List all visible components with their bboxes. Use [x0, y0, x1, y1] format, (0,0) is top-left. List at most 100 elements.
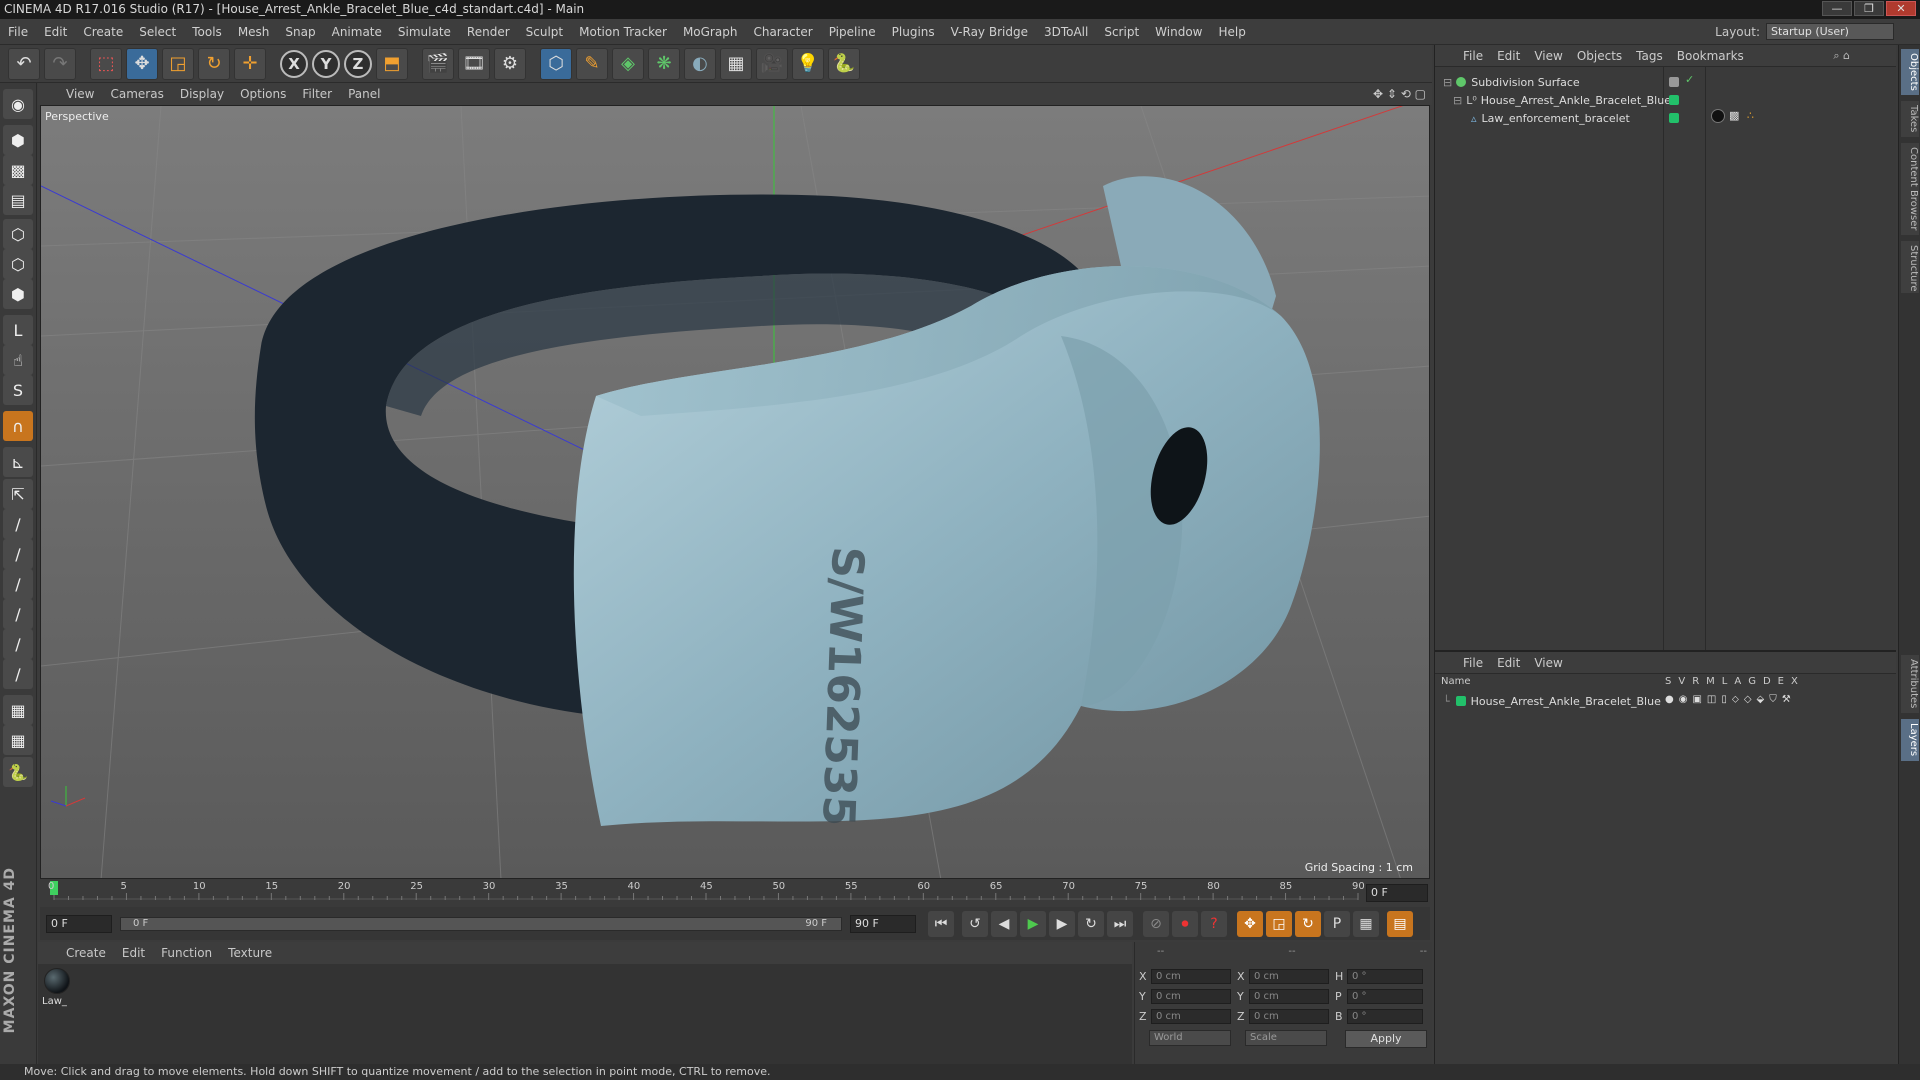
tweak-mode-icon[interactable]: ☝ — [3, 345, 33, 375]
tab-takes[interactable]: Takes — [1901, 101, 1919, 137]
menu-plugins[interactable]: Plugins — [884, 25, 943, 39]
goto-next-key-icon[interactable]: ↻ — [1078, 910, 1104, 937]
grid-lock-2-icon[interactable]: ▦ — [3, 725, 33, 755]
light-icon[interactable]: 💡 — [792, 47, 824, 80]
menu-window[interactable]: Window — [1147, 25, 1210, 39]
tab-structure[interactable]: Structure — [1901, 241, 1919, 293]
perspective-viewport[interactable]: S/W162535 Perspective Grid Spacing : 1 c… — [40, 105, 1430, 879]
key-rotation-icon[interactable]: ↻ — [1295, 910, 1321, 937]
goto-prev-key-icon[interactable]: ↺ — [962, 910, 988, 937]
make-editable-icon[interactable]: ◉ — [3, 89, 33, 119]
play-forward-icon[interactable]: ▶ — [1020, 910, 1046, 937]
viewport-menu-options[interactable]: Options — [240, 87, 296, 101]
tab-attributes[interactable]: Attributes — [1901, 655, 1919, 713]
coordinate-space-select[interactable]: World — [1149, 1030, 1231, 1046]
coordinate-system-icon[interactable]: ⬒ — [376, 47, 408, 80]
viewport-menu-display[interactable]: Display — [180, 87, 234, 101]
menu-select[interactable]: Select — [131, 25, 184, 39]
material-menu-create[interactable]: Create — [66, 946, 106, 960]
rot-p-field[interactable]: 0 ° — [1347, 988, 1423, 1004]
size-y-field[interactable]: 0 cm — [1249, 988, 1329, 1004]
points-mode-icon[interactable]: ⬡ — [3, 219, 33, 249]
timeline-layout-icon[interactable]: ▤ — [1387, 910, 1413, 937]
render-view-icon[interactable]: 🎬 — [422, 47, 454, 80]
viewport-menu-cameras[interactable]: Cameras — [110, 87, 173, 101]
material-tag-icon[interactable] — [1711, 109, 1725, 123]
menu-mograph[interactable]: MoGraph — [675, 25, 746, 39]
maximize-button[interactable]: ❐ — [1854, 1, 1884, 16]
key-position-icon[interactable]: ✥ — [1237, 910, 1263, 937]
pos-x-field[interactable]: 0 cm — [1151, 968, 1231, 984]
law-bracelet-layer-swatch[interactable] — [1669, 113, 1679, 123]
scale-tool-icon[interactable]: ◲ — [162, 47, 194, 80]
key-parameter-icon[interactable]: P — [1324, 910, 1350, 937]
menu-render[interactable]: Render — [459, 25, 518, 39]
menu-help[interactable]: Help — [1210, 25, 1253, 39]
menu-script[interactable]: Script — [1096, 25, 1147, 39]
grid-lock-icon[interactable]: ▦ — [3, 695, 33, 725]
timeline-ruler[interactable]: 0 5 10 15 20 25 30 35 40 45 50 55 60 65 70 75 80 85 90 0 F — [40, 879, 1430, 907]
edges-mode-icon[interactable]: ⬡ — [3, 249, 33, 279]
quantize-icon[interactable]: ⇱ — [3, 479, 33, 509]
model-mode-icon[interactable]: ⬢ — [3, 125, 33, 155]
rot-b-field[interactable]: 0 ° — [1347, 1008, 1423, 1024]
subdivision-surface-icon[interactable]: ◈ — [612, 47, 644, 80]
close-button[interactable]: ✕ — [1886, 1, 1916, 16]
tab-layers[interactable]: Layers — [1901, 719, 1919, 761]
menu-3dtoall[interactable]: 3DToAll — [1036, 25, 1096, 39]
minimize-button[interactable]: — — [1822, 1, 1852, 16]
cube-primitive-icon[interactable]: ⬡ — [540, 47, 572, 80]
menu-vray-bridge[interactable]: V-Ray Bridge — [943, 25, 1036, 39]
camera-icon[interactable]: 🎥 — [756, 47, 788, 80]
layout-select[interactable]: Startup (User) — [1766, 23, 1894, 40]
render-to-picture-viewer-icon[interactable]: 🎞 — [458, 47, 490, 80]
object-manager-search-icon[interactable]: ⌕ ⌂ — [1833, 49, 1850, 63]
layer-color-swatch[interactable] — [1455, 696, 1466, 706]
brush-icon[interactable]: ∕ — [3, 599, 33, 629]
size-x-field[interactable]: 0 cm — [1249, 968, 1329, 984]
polygons-mode-icon[interactable]: ⬢ — [3, 279, 33, 309]
sculpt-flatten-icon[interactable]: ∕ — [3, 659, 33, 689]
expand-icon[interactable]: ⊟ — [1453, 94, 1462, 107]
material-name[interactable]: Law_ — [42, 996, 67, 1007]
layers-menu-view[interactable]: View — [1534, 656, 1562, 670]
workplane-mode-icon[interactable]: ▤ — [3, 185, 33, 215]
magnet-icon[interactable]: ∩ — [3, 411, 33, 441]
timeline-current-frame[interactable]: 0 F — [1366, 884, 1428, 902]
objects-menu-bookmarks[interactable]: Bookmarks — [1677, 49, 1744, 63]
preview-range-slider[interactable]: 0 F 90 F — [120, 916, 842, 931]
layers-menu-edit[interactable]: Edit — [1497, 656, 1520, 670]
expand-icon[interactable]: ⊟ — [1443, 76, 1452, 89]
objects-menu-view[interactable]: View — [1534, 49, 1562, 63]
end-frame-field[interactable]: 90 F — [850, 914, 916, 933]
redo-icon[interactable]: ↷ — [44, 47, 76, 80]
start-frame-field[interactable]: 0 F — [46, 914, 112, 933]
rot-h-field[interactable]: 0 ° — [1347, 968, 1423, 984]
subdivision-layer-swatch[interactable] — [1669, 77, 1679, 87]
layer-flag-icons[interactable]: ●◉▣◫▯⬦◇⬙⛉⚒ — [1665, 694, 1796, 705]
goto-end-icon[interactable]: ⏭ — [1107, 910, 1133, 937]
viewport-menu-view[interactable]: View — [66, 87, 104, 101]
key-scale-icon[interactable]: ◲ — [1266, 910, 1292, 937]
python-script-icon[interactable]: 🐍 — [3, 757, 33, 787]
layers-menu-file[interactable]: File — [1463, 656, 1483, 670]
size-z-field[interactable]: 0 cm — [1249, 1008, 1329, 1024]
transform-tool-icon[interactable]: ✛ — [234, 47, 266, 80]
objects-menu-edit[interactable]: Edit — [1497, 49, 1520, 63]
brush-p-icon[interactable]: ∕ — [3, 509, 33, 539]
apply-button[interactable]: Apply — [1345, 1030, 1427, 1048]
live-selection-icon[interactable]: ⬚ — [90, 47, 122, 80]
deformer-icon[interactable]: ◐ — [684, 47, 716, 80]
transform-mode-select[interactable]: Scale — [1245, 1030, 1327, 1046]
object-row-bracelet-null[interactable]: ⊟ L⁰ House_Arrest_Ankle_Bracelet_Blue — [1453, 91, 1671, 109]
objects-menu-tags[interactable]: Tags — [1636, 49, 1663, 63]
menu-file[interactable]: File — [0, 25, 36, 39]
pos-z-field[interactable]: 0 cm — [1151, 1008, 1231, 1024]
viewport-nav-icons[interactable]: ✥ ⇕ ⟲ ▢ — [1373, 87, 1426, 101]
object-row-law-bracelet[interactable]: ▵ Law_enforcement_bracelet — [1471, 109, 1630, 127]
autokey-icon[interactable]: ⏺ — [1172, 910, 1198, 937]
move-tool-icon[interactable]: ✥ — [126, 47, 158, 80]
menu-create[interactable]: Create — [75, 25, 131, 39]
bracelet-layer-swatch[interactable] — [1669, 95, 1679, 105]
phong-tag-icon[interactable]: ∴ — [1747, 109, 1754, 122]
